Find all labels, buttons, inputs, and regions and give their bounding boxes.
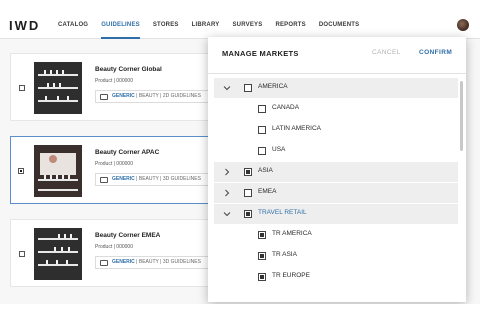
- tag-path: | BEAUTY | 2D GUIDELINES: [134, 93, 201, 99]
- market-row-latin-america[interactable]: LATIN AMERICA: [214, 120, 458, 140]
- guideline-card-emea[interactable]: Beauty Corner EMEA Product | 000000 GENE…: [10, 219, 235, 287]
- market-row-tr-asia[interactable]: TR ASIA: [214, 246, 458, 266]
- market-checkbox[interactable]: [258, 126, 266, 134]
- market-label: CANADA: [272, 104, 300, 111]
- guideline-thumbnail: [34, 145, 82, 197]
- market-checkbox[interactable]: [244, 210, 252, 218]
- top-navigation-bar: IWD CATALOG GUIDELINES STORES LIBRARY SU…: [0, 12, 480, 39]
- card-title: Beauty Corner EMEA: [95, 232, 161, 239]
- market-row-tr-europe[interactable]: TR EUROPE: [214, 267, 458, 287]
- guideline-card-global[interactable]: Beauty Corner Global Product | 000000 GE…: [10, 53, 235, 121]
- market-label: EMEA: [258, 188, 277, 195]
- market-label: AMERICA: [258, 83, 288, 90]
- confirm-button[interactable]: CONFIRM: [419, 49, 452, 56]
- market-label: LATIN AMERICA: [272, 125, 322, 132]
- chevron-right-icon[interactable]: [222, 188, 232, 198]
- market-checkbox[interactable]: [258, 105, 266, 113]
- market-row-tr-america[interactable]: TR AMERICA: [214, 225, 458, 245]
- guideline-card-apac[interactable]: Beauty Corner APAC Product | 000000 GENE…: [10, 136, 235, 204]
- guideline-thumbnail: [34, 228, 82, 280]
- market-checkbox[interactable]: [244, 189, 252, 197]
- main-nav: CATALOG GUIDELINES STORES LIBRARY SURVEY…: [58, 12, 359, 39]
- market-label: USA: [272, 146, 286, 153]
- manage-markets-modal: MANAGE MARKETS CANCEL CONFIRM AMERICA CA…: [208, 37, 466, 302]
- nav-library[interactable]: LIBRARY: [192, 12, 220, 39]
- market-tree: AMERICA CANADA LATIN AMERICA USA ASIA EM…: [208, 74, 459, 302]
- chevron-right-icon[interactable]: [222, 167, 232, 177]
- card-subtitle: Product | 000000: [95, 244, 133, 250]
- folder-icon: [100, 260, 108, 266]
- market-checkbox[interactable]: [244, 84, 252, 92]
- nav-documents[interactable]: DOCUMENTS: [319, 12, 359, 39]
- app-window: IWD CATALOG GUIDELINES STORES LIBRARY SU…: [0, 12, 480, 304]
- nav-catalog[interactable]: CATALOG: [58, 12, 88, 39]
- market-label: TR AMERICA: [272, 230, 312, 237]
- market-checkbox[interactable]: [258, 273, 266, 281]
- card-checkbox[interactable]: [18, 168, 24, 174]
- market-row-america[interactable]: AMERICA: [214, 78, 458, 98]
- brand-logo[interactable]: IWD: [9, 18, 40, 33]
- chevron-down-icon[interactable]: [222, 83, 232, 93]
- card-subtitle: Product | 000000: [95, 78, 133, 84]
- nav-guidelines[interactable]: GUIDELINES: [101, 12, 140, 39]
- folder-icon: [100, 94, 108, 100]
- tag-generic: GENERIC: [112, 176, 135, 182]
- scrollbar-thumb[interactable]: [460, 81, 463, 151]
- nav-reports[interactable]: REPORTS: [275, 12, 305, 39]
- tag-generic: GENERIC: [112, 259, 135, 265]
- card-title: Beauty Corner Global: [95, 66, 162, 73]
- market-row-canada[interactable]: CANADA: [214, 99, 458, 119]
- market-label: TR ASIA: [272, 251, 297, 258]
- tag-generic: GENERIC: [112, 93, 135, 99]
- market-label: TRAVEL RETAIL: [258, 209, 307, 216]
- market-row-travel-retail[interactable]: TRAVEL RETAIL: [214, 204, 458, 224]
- card-subtitle: Product | 000000: [95, 161, 133, 167]
- market-row-asia[interactable]: ASIA: [214, 162, 458, 182]
- guideline-thumbnail: [34, 62, 82, 114]
- user-avatar[interactable]: [457, 19, 469, 31]
- market-checkbox[interactable]: [244, 168, 252, 176]
- market-label: ASIA: [258, 167, 273, 174]
- folder-icon: [100, 177, 108, 183]
- market-checkbox[interactable]: [258, 231, 266, 239]
- tag-path: | BEAUTY | 3D GUIDELINES: [134, 259, 201, 265]
- market-checkbox[interactable]: [258, 147, 266, 155]
- market-row-usa[interactable]: USA: [214, 141, 458, 161]
- card-checkbox[interactable]: [19, 85, 25, 91]
- market-label: TR EUROPE: [272, 272, 310, 279]
- cancel-button[interactable]: CANCEL: [372, 49, 401, 56]
- nav-surveys[interactable]: SURVEYS: [232, 12, 262, 39]
- nav-stores[interactable]: STORES: [153, 12, 179, 39]
- modal-title: MANAGE MARKETS: [222, 49, 299, 58]
- card-checkbox[interactable]: [19, 251, 25, 257]
- card-title: Beauty Corner APAC: [95, 149, 160, 156]
- tag-path: | BEAUTY | 3D GUIDELINES: [134, 176, 201, 182]
- market-checkbox[interactable]: [258, 252, 266, 260]
- market-row-emea[interactable]: EMEA: [214, 183, 458, 203]
- chevron-down-icon[interactable]: [222, 209, 232, 219]
